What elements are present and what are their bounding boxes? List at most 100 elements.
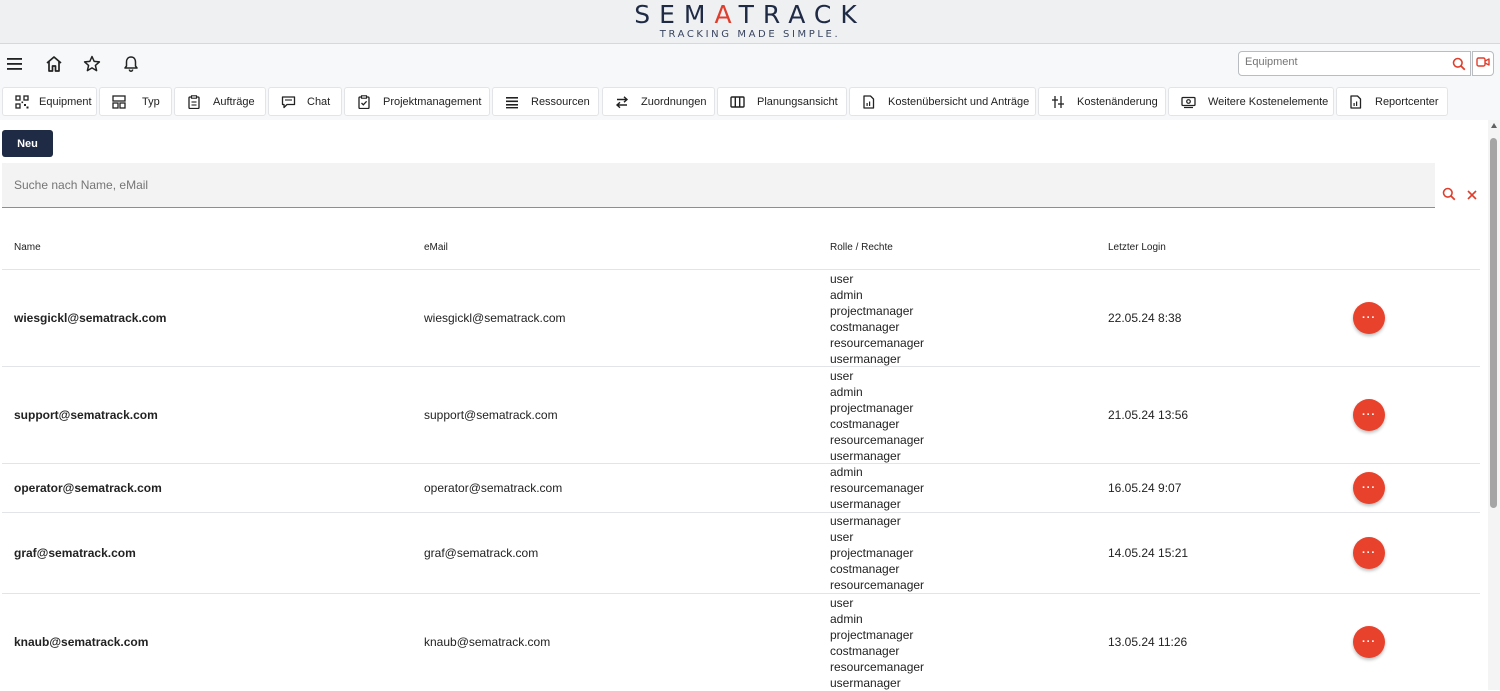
row-more-button[interactable]: ··· bbox=[1353, 399, 1385, 431]
user-roles: admin resourcemanager usermanager bbox=[830, 464, 924, 512]
user-name: support@sematrack.com bbox=[14, 408, 158, 422]
nav-typ[interactable]: Typ bbox=[99, 87, 172, 116]
user-name: knaub@sematrack.com bbox=[14, 635, 149, 649]
close-icon[interactable] bbox=[1466, 188, 1478, 206]
scrollbar-thumb[interactable] bbox=[1490, 138, 1497, 508]
last-login: 16.05.24 9:07 bbox=[1108, 481, 1182, 495]
role-item: resourcemanager bbox=[830, 481, 925, 495]
nav-label: Kostenänderung bbox=[1077, 96, 1158, 108]
video-camera-icon bbox=[1476, 55, 1490, 73]
money-icon bbox=[1181, 96, 1196, 109]
user-search-input[interactable] bbox=[14, 178, 814, 192]
search-icon[interactable] bbox=[1442, 187, 1456, 206]
user-email: wiesgickl@sematrack.com bbox=[424, 311, 566, 325]
scroll-up-arrow-icon[interactable] bbox=[1491, 123, 1497, 128]
table-row[interactable]: support@sematrack.com support@sematrack.… bbox=[2, 366, 1480, 463]
user-name: graf@sematrack.com bbox=[14, 546, 136, 560]
report-file-icon bbox=[1350, 95, 1362, 109]
nav-projektmanagement[interactable]: Projektmanagement bbox=[344, 87, 490, 116]
nav-label: Kostenübersicht und Anträge bbox=[888, 96, 1030, 108]
column-header-roles[interactable]: Rolle / Rechte bbox=[830, 242, 893, 253]
nav-auftraege[interactable]: Aufträge bbox=[174, 87, 266, 116]
nav-reportcenter[interactable]: Reportcenter bbox=[1336, 87, 1448, 116]
user-email: support@sematrack.com bbox=[424, 408, 558, 422]
nav-planungsansicht[interactable]: Planungsansicht bbox=[717, 87, 847, 116]
menu-icon[interactable] bbox=[5, 54, 25, 74]
table-row[interactable]: operator@sematrack.com operator@sematrac… bbox=[2, 463, 1480, 512]
nav-label: Reportcenter bbox=[1375, 96, 1439, 108]
sematrack-logo[interactable]: SEMATRACK TRACKING MADE SIMPLE. bbox=[0, 2, 1500, 41]
vertical-scrollbar[interactable] bbox=[1488, 120, 1500, 690]
role-item: resourcemanager bbox=[830, 433, 925, 447]
home-icon[interactable] bbox=[44, 54, 64, 74]
user-email: knaub@sematrack.com bbox=[424, 635, 551, 649]
role-item: usermanager bbox=[830, 676, 901, 690]
video-scan-button[interactable] bbox=[1472, 51, 1494, 76]
role-item: user bbox=[830, 530, 854, 544]
nav-label: Chat bbox=[307, 96, 331, 108]
new-user-button[interactable]: Neu bbox=[2, 130, 53, 157]
sliders-icon bbox=[1052, 96, 1064, 108]
columns-icon bbox=[730, 96, 745, 108]
nav-kostenaenderung[interactable]: Kostenänderung bbox=[1038, 87, 1166, 116]
app-header: SEMATRACK TRACKING MADE SIMPLE. bbox=[0, 0, 1500, 44]
table-row[interactable]: graf@sematrack.com graf@sematrack.com us… bbox=[2, 512, 1480, 593]
clipboard-check-icon bbox=[358, 95, 370, 109]
module-nav: Equipment Typ Aufträge Chat Projektmanag… bbox=[0, 84, 1500, 120]
row-more-button[interactable]: ··· bbox=[1353, 537, 1385, 569]
logo-wordmark: SEMATRACK bbox=[634, 0, 866, 29]
role-item: usermanager bbox=[830, 352, 901, 366]
role-item: admin bbox=[830, 612, 863, 626]
quick-search-input[interactable] bbox=[1245, 55, 1445, 69]
user-name: wiesgickl@sematrack.com bbox=[14, 311, 167, 325]
table-row[interactable]: wiesgickl@sematrack.com wiesgickl@sematr… bbox=[2, 269, 1480, 366]
role-item: admin bbox=[830, 385, 863, 399]
role-item: user bbox=[830, 596, 854, 610]
role-item: resourcemanager bbox=[830, 660, 925, 674]
user-email: graf@sematrack.com bbox=[424, 546, 539, 560]
nav-label: Projektmanagement bbox=[383, 96, 482, 108]
role-item: user bbox=[830, 272, 854, 286]
nav-label: Ressourcen bbox=[531, 96, 590, 108]
user-search-field[interactable] bbox=[2, 163, 1435, 208]
role-item: projectmanager bbox=[830, 401, 914, 415]
bell-icon[interactable] bbox=[121, 54, 141, 74]
quick-search-field[interactable] bbox=[1238, 51, 1471, 76]
nav-chat[interactable]: Chat bbox=[268, 87, 342, 116]
nav-weitere-kostenelemente[interactable]: Weitere Kostenelemente bbox=[1168, 87, 1334, 116]
column-header-email[interactable]: eMail bbox=[424, 242, 448, 253]
user-email: operator@sematrack.com bbox=[424, 481, 563, 495]
user-roles: user admin projectmanager costmanager re… bbox=[830, 271, 924, 367]
row-more-button[interactable]: ··· bbox=[1353, 626, 1385, 658]
user-name: operator@sematrack.com bbox=[14, 481, 162, 495]
table-row[interactable]: knaub@sematrack.com knaub@sematrack.com … bbox=[2, 593, 1480, 690]
role-item: resourcemanager bbox=[830, 336, 925, 350]
role-item: resourcemanager bbox=[830, 578, 925, 592]
grid-qr-icon bbox=[15, 95, 29, 109]
nav-label: Equipment bbox=[39, 96, 92, 108]
nav-kostenuebersicht[interactable]: Kostenübersicht und Anträge bbox=[849, 87, 1036, 116]
nav-label: Weitere Kostenelemente bbox=[1208, 96, 1329, 108]
role-item: user bbox=[830, 369, 854, 383]
role-item: admin bbox=[830, 465, 863, 479]
nav-ressourcen[interactable]: Ressourcen bbox=[492, 87, 599, 116]
last-login: 14.05.24 15:21 bbox=[1108, 546, 1189, 560]
clipboard-icon bbox=[188, 95, 200, 109]
column-header-last-login[interactable]: Letzter Login bbox=[1108, 242, 1166, 253]
row-more-button[interactable]: ··· bbox=[1353, 472, 1385, 504]
role-item: projectmanager bbox=[830, 546, 914, 560]
nav-equipment[interactable]: Equipment bbox=[2, 87, 97, 116]
search-icon[interactable] bbox=[1452, 57, 1466, 76]
nav-label: Zuordnungen bbox=[641, 96, 707, 108]
role-item: costmanager bbox=[830, 644, 900, 658]
column-header-name[interactable]: Name bbox=[14, 242, 41, 253]
swap-arrows-icon bbox=[615, 96, 629, 109]
nav-zuordnungen[interactable]: Zuordnungen bbox=[602, 87, 715, 116]
list-lines-icon bbox=[506, 97, 518, 109]
last-login: 13.05.24 11:26 bbox=[1108, 635, 1188, 649]
role-item: costmanager bbox=[830, 562, 900, 576]
role-item: costmanager bbox=[830, 417, 900, 431]
star-icon[interactable] bbox=[82, 54, 102, 74]
user-management-panel: Neu Name eMail Rolle / Rechte Letzter Lo… bbox=[0, 120, 1488, 690]
row-more-button[interactable]: ··· bbox=[1353, 302, 1385, 334]
